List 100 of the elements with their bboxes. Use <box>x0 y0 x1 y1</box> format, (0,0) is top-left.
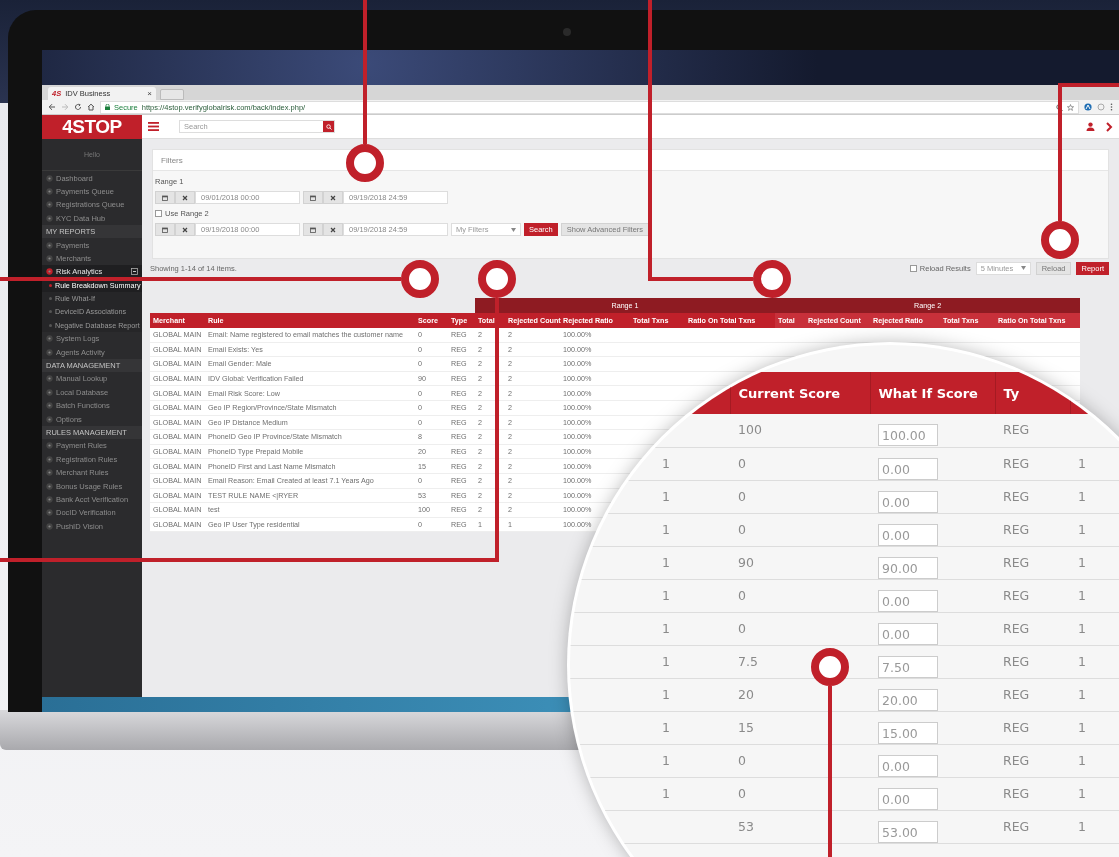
column-header[interactable]: Current Score <box>730 372 870 414</box>
table-cell: 1 <box>1078 587 1086 603</box>
home-icon[interactable] <box>87 103 95 111</box>
score-input[interactable]: 0.00 <box>878 457 938 480</box>
circle-icon <box>46 187 53 195</box>
table-cell: 1 <box>1078 818 1086 834</box>
score-input[interactable]: 100.00 <box>878 424 938 446</box>
circle-icon <box>46 375 53 383</box>
calendar-button[interactable] <box>155 223 175 236</box>
score-input[interactable]: 0.00 <box>878 754 938 777</box>
clear-button[interactable] <box>175 191 195 204</box>
logo[interactable]: 4STOP <box>42 115 142 139</box>
circle-icon <box>46 214 53 222</box>
calendar-icon <box>162 226 168 233</box>
circle-icon <box>46 388 53 396</box>
table-cell: REG <box>1003 719 1030 735</box>
circle-icon <box>46 174 53 182</box>
table-cell: 90 <box>738 554 754 570</box>
table-cell: 1 <box>662 785 670 801</box>
circle-icon <box>46 402 53 410</box>
caret-icon <box>1020 266 1026 270</box>
table-cell: 1 <box>662 686 670 702</box>
circle-icon <box>46 495 53 503</box>
table-cell: 1 <box>662 455 670 471</box>
table-cell: 53 <box>738 818 754 834</box>
star-icon[interactable] <box>1067 103 1074 111</box>
table-cell: 1 <box>662 620 670 636</box>
table-cell: REG <box>1003 752 1030 768</box>
score-input[interactable]: 90.00 <box>878 556 938 579</box>
table-cell: 7.5 <box>738 653 758 669</box>
calendar-icon <box>310 194 316 201</box>
circle-icon <box>46 482 53 490</box>
table-cell: 0 <box>738 488 746 504</box>
calendar-button[interactable] <box>303 191 323 204</box>
table-cell: 100 <box>738 422 762 437</box>
user-icon[interactable] <box>1086 122 1095 131</box>
search-icon <box>325 123 332 130</box>
circle-icon <box>46 335 53 343</box>
circle-icon <box>46 509 53 517</box>
table-cell: REG <box>1003 488 1030 504</box>
table-cell: REG <box>1003 620 1030 636</box>
column-header[interactable]: What If Score <box>870 372 995 414</box>
table-cell: REG <box>1003 521 1030 537</box>
table-cell: 15 <box>738 719 754 735</box>
table-cell: 1 <box>1078 653 1086 669</box>
calendar-icon <box>162 194 168 201</box>
table-cell: 1 <box>662 554 670 570</box>
back-icon[interactable] <box>48 103 56 111</box>
circle-icon <box>46 348 53 356</box>
clear-button[interactable] <box>323 223 343 236</box>
table-cell: 0 <box>738 587 746 603</box>
reload-icon[interactable] <box>74 103 82 111</box>
circle-icon <box>46 241 53 249</box>
table-cell: 1 <box>1078 752 1086 768</box>
table-cell: 0 <box>738 785 746 801</box>
table-cell: 1 <box>662 488 670 504</box>
table-cell: 1 <box>1078 719 1086 735</box>
close-icon <box>330 226 336 233</box>
score-input[interactable]: 0.00 <box>878 787 938 810</box>
circle-icon <box>46 254 53 262</box>
collapse-icon[interactable] <box>131 268 138 276</box>
table-cell: REG <box>1003 554 1030 570</box>
score-input[interactable]: 20.00 <box>878 688 938 711</box>
circle-icon <box>46 415 53 423</box>
table-cell: 0 <box>738 620 746 636</box>
score-input[interactable]: 0.00 <box>878 523 938 546</box>
table-cell: 1 <box>1078 455 1086 471</box>
circle-icon <box>46 455 53 463</box>
table-cell: REG <box>1003 686 1030 702</box>
score-input[interactable]: 7.50 <box>878 655 938 678</box>
caret-icon <box>511 227 516 232</box>
table-cell: 1 <box>1078 488 1086 504</box>
score-input[interactable]: 53.00 <box>878 820 938 843</box>
menu-icon[interactable] <box>148 122 159 131</box>
clear-button[interactable] <box>175 223 195 236</box>
score-input[interactable]: 15.00 <box>878 721 938 744</box>
score-input[interactable]: 0.00 <box>878 622 938 645</box>
circle-icon <box>46 442 53 450</box>
table-cell: REG <box>1003 422 1030 437</box>
table-cell: 1 <box>1078 686 1086 702</box>
score-input[interactable]: 0.00 <box>878 589 938 612</box>
table-cell: REG <box>1003 653 1030 669</box>
circle-icon <box>46 268 53 276</box>
lock-icon <box>105 104 110 110</box>
table-cell: 1 <box>662 752 670 768</box>
clear-button[interactable] <box>323 191 343 204</box>
calendar-button[interactable] <box>303 223 323 236</box>
table-cell: 1 <box>1078 620 1086 636</box>
calendar-button[interactable] <box>155 191 175 204</box>
table-cell: 1 <box>662 587 670 603</box>
more-menu-icon[interactable] <box>1110 103 1113 111</box>
chevron-right-icon[interactable] <box>1105 121 1113 132</box>
close-icon <box>330 194 336 201</box>
table-cell: REG <box>1003 455 1030 471</box>
search-button[interactable] <box>323 121 334 132</box>
camera-icon <box>563 28 571 36</box>
table-cell: 1 <box>1078 785 1086 801</box>
table-cell: REG <box>1003 818 1030 834</box>
circle-icon <box>46 522 53 530</box>
score-input[interactable]: 0.00 <box>878 490 938 513</box>
